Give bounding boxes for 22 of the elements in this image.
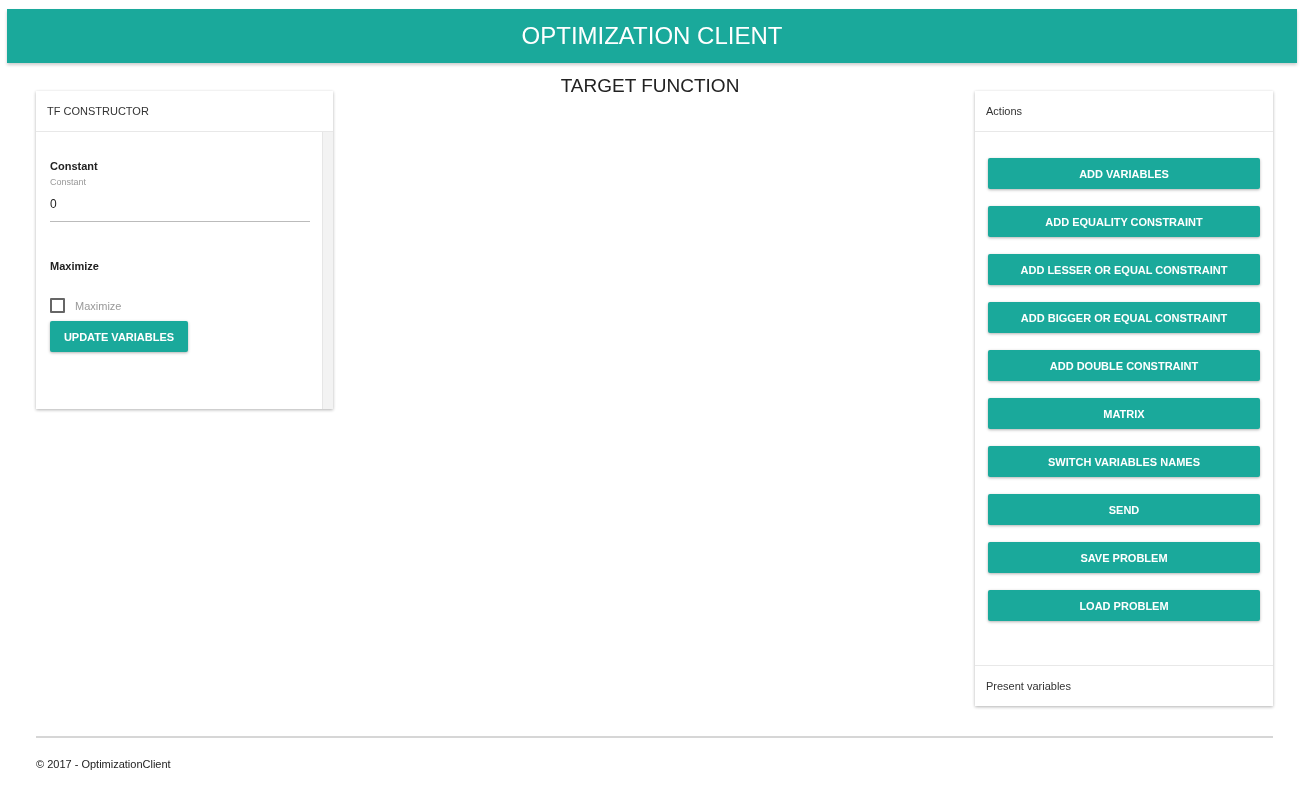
page-title: TARGET FUNCTION (559, 75, 741, 98)
maximize-heading: Maximize (50, 260, 100, 272)
action-button[interactable]: LOAD PROBLEM (988, 590, 1260, 621)
action-button[interactable]: ADD BIGGER OR EQUAL CONSTRAINT (988, 302, 1260, 333)
maximize-checkbox[interactable] (50, 298, 65, 313)
action-button[interactable]: ADD VARIABLES (988, 158, 1260, 189)
card-title: Actions (986, 105, 1023, 117)
action-button[interactable]: ADD DOUBLE CONSTRAINT (988, 350, 1260, 381)
present-variables-label: Present variables (986, 680, 1071, 692)
copyright-text: © 2017 - OptimizationClient (36, 758, 171, 770)
action-button[interactable]: SWITCH VARIABLES NAMES (988, 446, 1260, 477)
update-variables-button[interactable]: UPDATE VARIABLES (50, 321, 188, 352)
constant-heading: Constant (50, 160, 99, 172)
action-button[interactable]: MATRIX (988, 398, 1260, 429)
action-button[interactable]: ADD EQUALITY CONSTRAINT (988, 206, 1260, 237)
action-button[interactable]: ADD LESSER OR EQUAL CONSTRAINT (988, 254, 1260, 285)
action-button[interactable]: SAVE PROBLEM (988, 542, 1260, 573)
field-label: Constant (50, 177, 88, 187)
app-title: OPTIMIZATION CLIENT (521, 22, 783, 50)
action-button[interactable]: SEND (988, 494, 1260, 525)
card-title: TF CONSTRUCTOR (47, 105, 149, 117)
checkbox-label: Maximize (75, 299, 122, 312)
